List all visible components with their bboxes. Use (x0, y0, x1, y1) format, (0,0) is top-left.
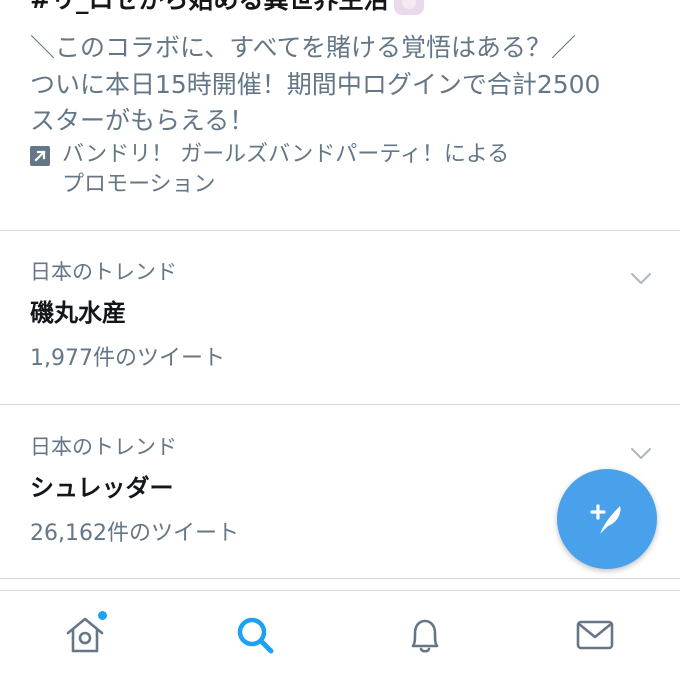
promoted-hashtag[interactable]: #リ_ロゼから始める異世界生活 (30, 0, 425, 16)
trend-name: 磯丸水産 (30, 299, 126, 327)
promoted-hashtag-text: #リ_ロゼから始める異世界生活 (30, 0, 388, 16)
mail-icon (576, 620, 614, 650)
tab-home[interactable] (63, 611, 107, 657)
promoted-description: ＼このコラボに、すべてを賭ける覚悟はある？／ ついに本日15時開催！期間中ログイ… (30, 33, 601, 135)
trend-context: 日本のトレンド (30, 435, 177, 459)
character-emoji-icon (394, 0, 425, 15)
compose-tweet-icon (590, 504, 621, 534)
divider (0, 578, 680, 579)
trend-tweet-count: 1,977件のツイート (30, 346, 225, 371)
divider (0, 404, 680, 405)
new-activity-badge (98, 611, 107, 620)
bell-icon (411, 619, 439, 653)
bottom-tab-bar (0, 590, 680, 681)
tab-notifications[interactable] (403, 613, 447, 657)
tab-search[interactable] (233, 613, 277, 657)
chevron-down-icon[interactable] (630, 272, 652, 286)
compose-tweet-button[interactable] (557, 469, 657, 569)
trend-item[interactable]: 日本のトレンド 磯丸水産 1,977件のツイート (0, 258, 680, 374)
chevron-down-icon[interactable] (630, 447, 652, 461)
promoted-arrow-icon (30, 146, 50, 166)
promoted-trend-card[interactable]: #リ_ロゼから始める異世界生活 ＼このコラボに、すべてを賭ける覚悟はある？／ つ… (0, 0, 680, 230)
tab-messages[interactable] (573, 613, 617, 657)
promoted-by-text: バンドリ！ ガールズバンドパーティ！による プロモーション (62, 142, 510, 197)
trend-context: 日本のトレンド (30, 260, 177, 284)
promoted-by: バンドリ！ ガールズバンドパーティ！による プロモーション (30, 140, 590, 200)
search-icon (237, 617, 274, 654)
divider (0, 230, 680, 231)
